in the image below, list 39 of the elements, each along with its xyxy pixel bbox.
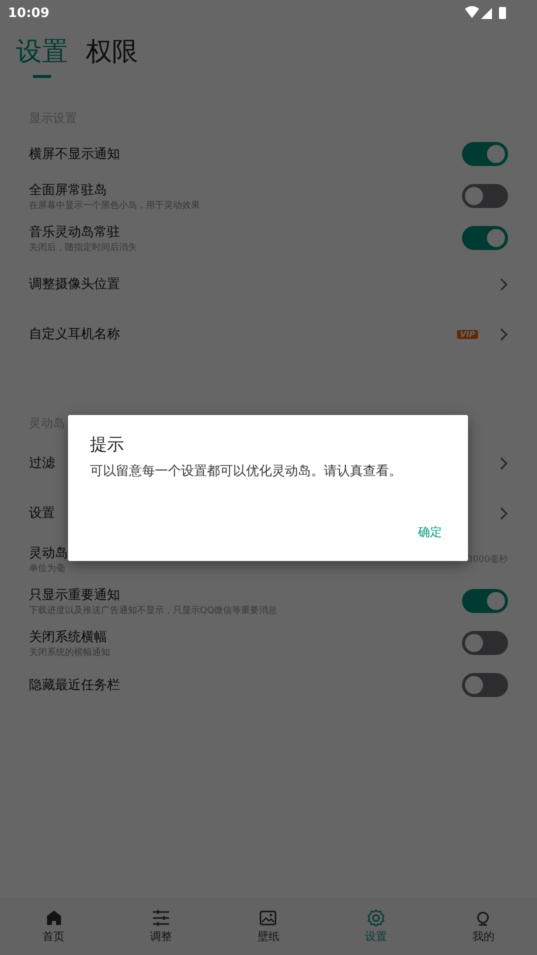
tab[interactable]: 权限 [86, 34, 138, 69]
nav-item[interactable]: 我的 [443, 908, 524, 944]
settings-icon [366, 908, 385, 926]
setting-title: 关闭系统横幅 [29, 628, 107, 646]
toggle-switch[interactable] [462, 184, 508, 208]
setting-title: 过滤 [29, 455, 55, 472]
dialog-title: 提示 [90, 434, 124, 456]
toggle-switch[interactable] [462, 631, 508, 655]
toggle-switch[interactable] [462, 673, 508, 697]
status-icons [465, 6, 507, 20]
setting-title: 隐藏最近任务栏 [29, 677, 120, 694]
toggle-switch[interactable] [462, 589, 508, 613]
setting-title: 调整摄像头位置 [29, 276, 120, 293]
chevron-right-icon [500, 456, 508, 470]
setting-title: 全面屏常驻岛 [29, 182, 107, 198]
nav-item[interactable]: 首页 [14, 908, 94, 944]
chevron-right-icon [500, 328, 508, 340]
setting-title: 只显示重要通知 [29, 586, 120, 604]
confirm-button[interactable]: 确定 [414, 520, 446, 545]
toggle-switch[interactable] [462, 142, 508, 166]
nav-item[interactable]: 壁纸 [228, 908, 308, 944]
sliders-icon [152, 908, 170, 926]
vip-badge: VIP [456, 330, 478, 338]
setting-title: 音乐灵动岛常驻 [29, 224, 120, 240]
image-icon [259, 908, 278, 926]
setting-title: 灵动岛 [29, 544, 68, 562]
chevron-right-icon [500, 278, 508, 290]
tab-indicator [33, 75, 51, 78]
status-time: 10:09 [8, 6, 50, 20]
setting-title: 横屏不显示通知 [29, 146, 120, 163]
setting-title: 自定义耳机名称 [29, 326, 120, 343]
home-icon [44, 908, 63, 926]
dialog-message: 可以留意每一个设置都可以优化灵动岛。请认真查看。 [90, 463, 402, 480]
tab[interactable]: 设置 [16, 34, 68, 69]
nav-item[interactable]: 调整 [121, 908, 202, 944]
setting-title: 设置 [29, 505, 55, 522]
chevron-right-icon [500, 506, 508, 520]
toggle-switch[interactable] [462, 226, 508, 250]
nav-item[interactable]: 设置 [336, 908, 416, 944]
